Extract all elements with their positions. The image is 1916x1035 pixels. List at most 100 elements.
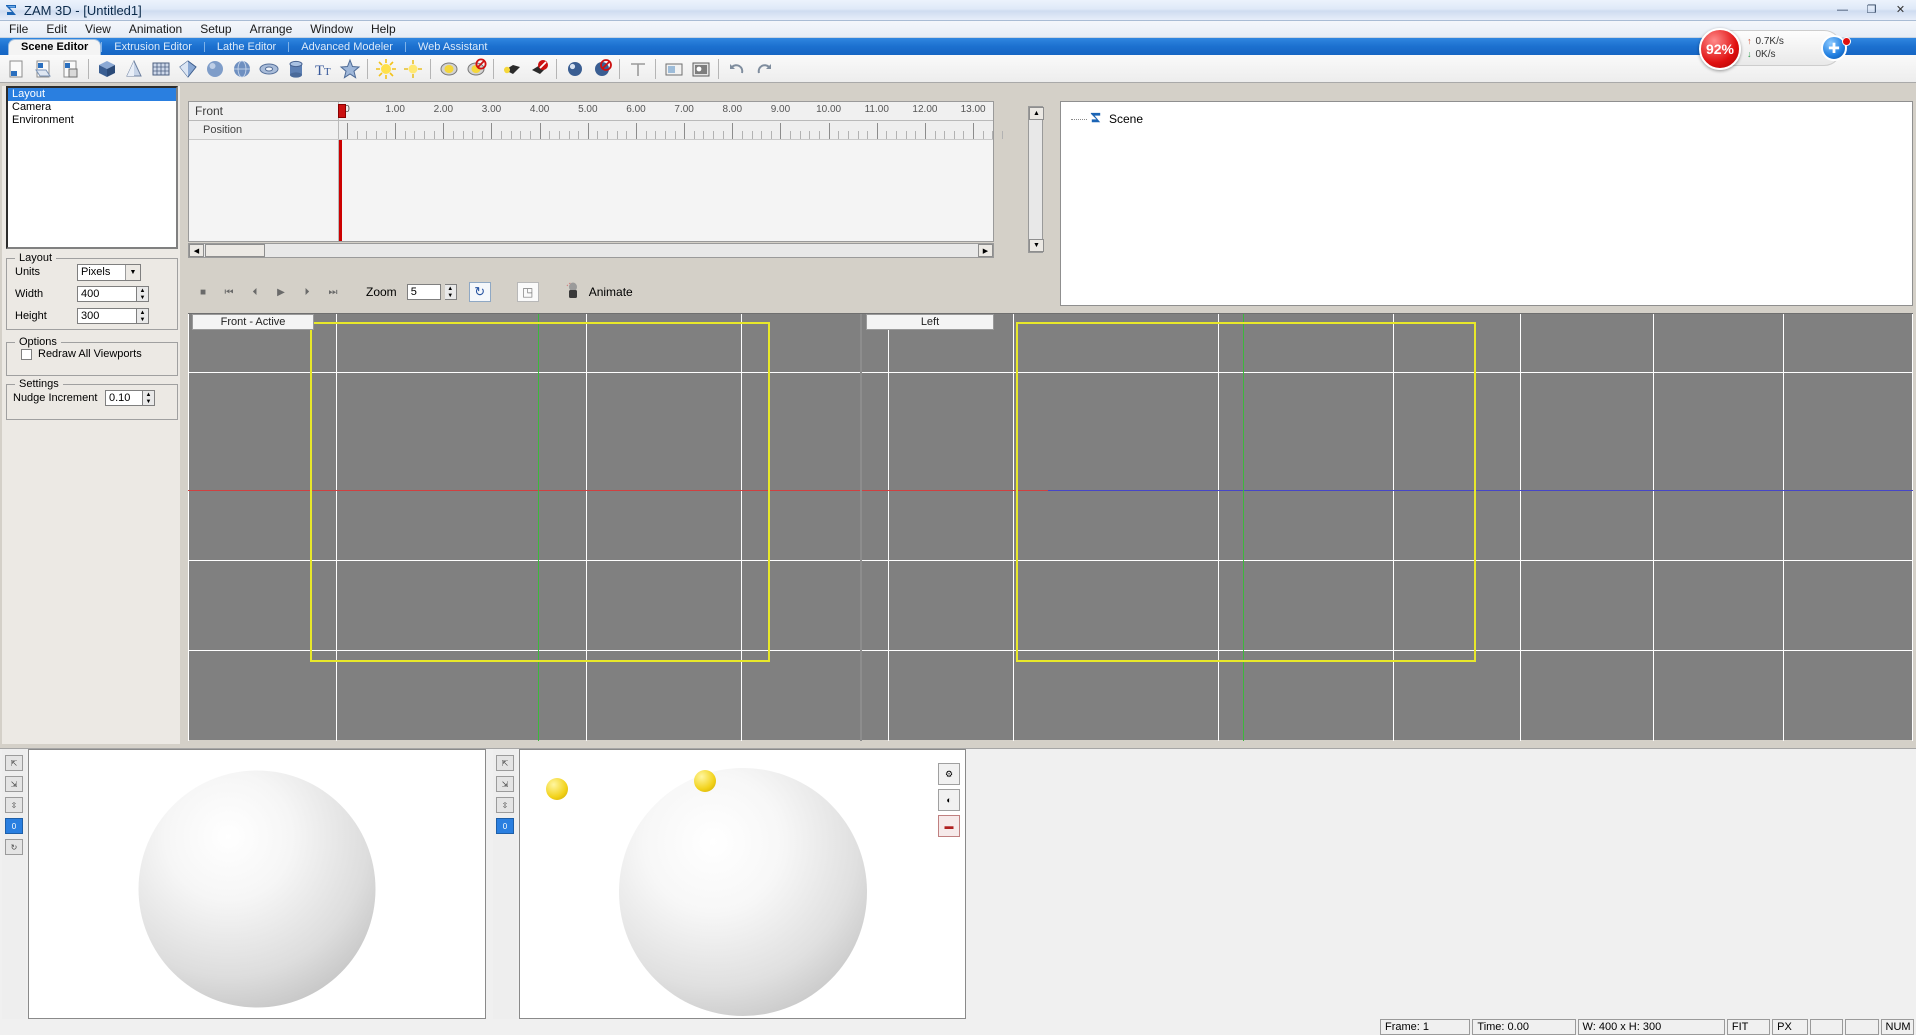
menu-item-file[interactable]: File [0,21,37,38]
pyramid-primitive-icon[interactable] [175,56,200,81]
preview-rotate-button[interactable]: ↻ [5,839,23,855]
menu-item-help[interactable]: Help [362,21,405,38]
menu-item-animation[interactable]: Animation [120,21,191,38]
save-document-icon[interactable] [58,56,83,81]
globe-primitive-icon[interactable] [229,56,254,81]
preview-settings-button[interactable]: ⚙ [938,763,960,785]
tab-advanced-modeler[interactable]: Advanced Modeler [289,40,405,55]
width-stepper[interactable]: ▲ ▼ [137,286,149,302]
spot-light-icon[interactable] [400,56,425,81]
render-preview-icon[interactable] [661,56,686,81]
cube-primitive-icon[interactable] [94,56,119,81]
viewport-container[interactable]: Front - Active Left [188,313,1913,741]
tab-scene-editor[interactable]: Scene Editor [8,39,102,55]
timeline-playhead-handle[interactable] [338,104,346,118]
graph-editor-button[interactable]: ◳ [516,282,539,302]
cylinder-primitive-icon[interactable] [283,56,308,81]
scene-tree-root-row[interactable]: Scene [1061,110,1912,128]
menu-item-arrange[interactable]: Arrange [241,21,302,38]
timeline-scroll-down-button[interactable]: ▼ [1029,239,1044,252]
menu-item-view[interactable]: View [76,21,120,38]
render-window-icon[interactable] [688,56,713,81]
left-light-gizmo-1[interactable] [546,778,568,800]
point-light-icon[interactable] [373,56,398,81]
maximize-button[interactable]: ❐ [1858,1,1885,18]
viewport-divider[interactable] [860,314,862,741]
lighting-scheme-icon[interactable] [499,56,524,81]
redo-icon[interactable] [751,56,776,81]
timeline-scroll-up-button[interactable]: ▲ [1029,107,1044,120]
lighting-delete-icon[interactable] [526,56,551,81]
redraw-all-viewports-row[interactable]: Redraw All Viewports [21,348,177,360]
left-render-preview[interactable] [519,749,966,1019]
material-remove-icon[interactable] [589,56,614,81]
menu-item-window[interactable]: Window [301,21,362,38]
height-stepper[interactable]: ▲ ▼ [137,308,149,324]
timeline-vertical-scrollbar[interactable]: ▲ ▼ [1028,106,1044,253]
nudge-increment-stepper[interactable]: ▲ ▼ [143,390,155,406]
left-light-gizmo-2[interactable] [694,770,716,792]
width-input[interactable] [77,286,137,302]
undo-icon[interactable] [724,56,749,81]
open-document-icon[interactable] [31,56,56,81]
first-frame-button[interactable]: ⏮ [218,282,240,302]
camera-add-icon[interactable] [436,56,461,81]
timeline-ruler[interactable]: 0 1.00 2.00 3.00 4.00 5.00 6.00 7.00 8.00 9.00 10.… [339,102,993,120]
preview2-zoom-level[interactable]: 0 [496,818,514,834]
material-apply-icon[interactable] [562,56,587,81]
object-list-item-layout[interactable]: Layout [8,88,176,101]
preview-pan-button[interactable]: ⇱ [5,755,23,771]
next-frame-button[interactable]: ⏵ [296,282,318,302]
redraw-all-viewports-checkbox[interactable] [21,348,32,360]
timeline-scroll-thumb[interactable] [205,244,265,257]
scene-tree-panel[interactable]: Scene [1060,101,1913,306]
new-document-icon[interactable] [4,56,29,81]
tab-extrusion-editor[interactable]: Extrusion Editor [102,40,204,55]
tab-web-assistant[interactable]: Web Assistant [406,40,500,55]
play-button[interactable]: ▶ [270,282,292,302]
stop-button[interactable]: ■ [192,282,214,302]
object-list-item-environment[interactable]: Environment [8,114,176,127]
text-tool-icon[interactable] [625,56,650,81]
last-frame-button[interactable]: ⏭ [322,282,344,302]
viewport-tab-front[interactable]: Front - Active [192,314,314,330]
timeline-horizontal-scrollbar[interactable]: ◀ ▶ [188,243,994,258]
timeline-body-tracks[interactable] [339,140,993,241]
preview-delete-button[interactable]: ▬ [938,815,960,837]
viewport-tab-left[interactable]: Left [866,314,994,330]
text-primitive-icon[interactable]: TT [310,56,335,81]
loop-playback-button[interactable]: ↻ [468,282,491,302]
preview2-fit-button[interactable]: ⇳ [496,797,514,813]
timeline-scroll-left-button[interactable]: ◀ [189,244,204,257]
preview-zoom-button[interactable]: ⇲ [5,776,23,792]
grid-primitive-icon[interactable] [148,56,173,81]
minimize-button[interactable]: — [1829,1,1856,18]
units-dropdown[interactable]: Pixels ▼ [77,263,141,281]
timeline-scroll-right-button[interactable]: ▶ [978,244,993,257]
zoom-stepper[interactable]: ▲ ▼ [444,284,457,300]
zoom-input[interactable] [406,284,441,300]
preview-fit-button[interactable]: ⇳ [5,797,23,813]
close-button[interactable]: ✕ [1887,1,1914,18]
front-render-preview[interactable] [28,749,486,1019]
height-input[interactable] [77,308,137,324]
object-list-item-camera[interactable]: Camera [8,101,176,114]
star-primitive-icon[interactable] [337,56,362,81]
sphere-primitive-icon[interactable] [202,56,227,81]
previous-frame-button[interactable]: ⏴ [244,282,266,302]
tab-lathe-editor[interactable]: Lathe Editor [205,40,288,55]
chevron-down-icon[interactable]: ▼ [125,264,140,280]
preview2-zoom-button[interactable]: ⇲ [496,776,514,792]
preview-camera-button[interactable]: ◐ [938,789,960,811]
timeline-playhead[interactable] [339,140,342,241]
menu-item-setup[interactable]: Setup [191,21,240,38]
object-list[interactable]: Layout Camera Environment [6,86,178,249]
camera-remove-icon[interactable] [463,56,488,81]
cone-primitive-icon[interactable] [121,56,146,81]
accelerator-button[interactable]: ✚ [1821,35,1851,61]
torus-primitive-icon[interactable] [256,56,281,81]
preview-zoom-level[interactable]: 0 [5,818,23,834]
preview2-pan-button[interactable]: ⇱ [496,755,514,771]
menu-item-edit[interactable]: Edit [37,21,76,38]
nudge-increment-input[interactable] [105,390,143,406]
